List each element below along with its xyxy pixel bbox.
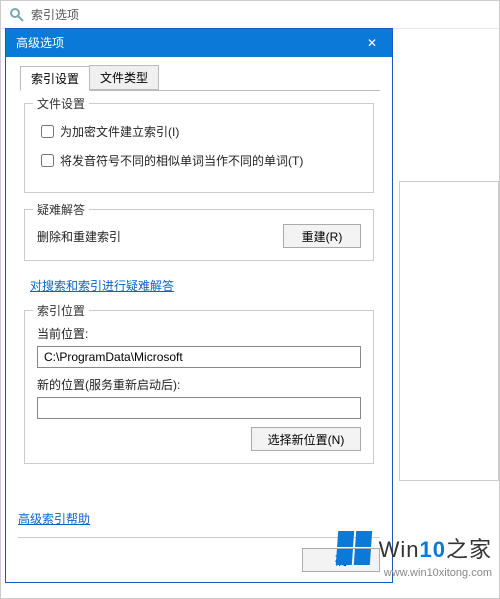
tab-index-settings[interactable]: 索引设置 [20, 66, 90, 91]
tab-strip: 索引设置 文件类型 [20, 67, 380, 91]
current-location-input[interactable] [37, 346, 361, 368]
group-legend: 疑难解答 [33, 201, 89, 218]
indexing-icon [9, 7, 25, 23]
choose-new-location-button[interactable]: 选择新位置(N) [251, 427, 361, 451]
tab-label: 文件类型 [100, 71, 148, 85]
tab-content: 文件设置 为加密文件建立索引(I) 将发音符号不同的相似单词当作不同的单词(T)… [18, 91, 380, 464]
delete-rebuild-label: 删除和重建索引 [37, 228, 121, 245]
checkbox-diacritics-input[interactable] [41, 154, 54, 167]
close-button[interactable]: ✕ [352, 29, 392, 57]
troubleshoot-row: 删除和重建索引 重建(R) [37, 224, 361, 248]
tab-label: 索引设置 [31, 72, 79, 86]
parent-title: 索引选项 [31, 8, 79, 22]
location-actions: 选择新位置(N) [37, 427, 361, 451]
close-icon: ✕ [367, 36, 377, 50]
checkbox-diacritics[interactable]: 将发音符号不同的相似单词当作不同的单词(T) [37, 151, 361, 170]
group-troubleshoot: 疑难解答 删除和重建索引 重建(R) [24, 209, 374, 261]
dialog-titlebar: 高级选项 ✕ [6, 29, 392, 57]
troubleshoot-help-link[interactable]: 对搜索和索引进行疑难解答 [30, 279, 174, 293]
checkbox-label: 将发音符号不同的相似单词当作不同的单词(T) [60, 152, 303, 169]
ok-button[interactable]: 确 [302, 548, 380, 572]
parent-titlebar: 索引选项 [1, 1, 499, 29]
troubleshoot-link-row: 对搜索和索引进行疑难解答 [30, 277, 374, 294]
dialog-title: 高级选项 [16, 36, 64, 50]
advanced-options-dialog: 高级选项 ✕ 索引设置 文件类型 文件设置 为加密文件建立索引(I) [5, 28, 393, 583]
checkbox-encrypted-files[interactable]: 为加密文件建立索引(I) [37, 122, 361, 141]
advanced-index-help-link[interactable]: 高级索引帮助 [18, 512, 90, 526]
checkbox-label: 为加密文件建立索引(I) [60, 123, 179, 140]
dialog-buttons: 确 [18, 537, 380, 572]
new-location-input[interactable] [37, 397, 361, 419]
group-file-settings: 文件设置 为加密文件建立索引(I) 将发音符号不同的相似单词当作不同的单词(T) [24, 103, 374, 193]
tab-file-types[interactable]: 文件类型 [89, 65, 159, 90]
current-location-label: 当前位置: [37, 325, 361, 342]
checkbox-encrypted-input[interactable] [41, 125, 54, 138]
group-legend: 文件设置 [33, 95, 89, 112]
group-index-location: 索引位置 当前位置: 新的位置(服务重新启动后): 选择新位置(N) [24, 310, 374, 464]
group-legend: 索引位置 [33, 302, 89, 319]
rebuild-button[interactable]: 重建(R) [283, 224, 361, 248]
dialog-body: 索引设置 文件类型 文件设置 为加密文件建立索引(I) 将发音符号不同的相似单词… [6, 57, 392, 582]
parent-listbox [399, 181, 499, 481]
new-location-label: 新的位置(服务重新启动后): [37, 376, 361, 393]
dialog-bottom: 高级索引帮助 确 [18, 510, 380, 572]
